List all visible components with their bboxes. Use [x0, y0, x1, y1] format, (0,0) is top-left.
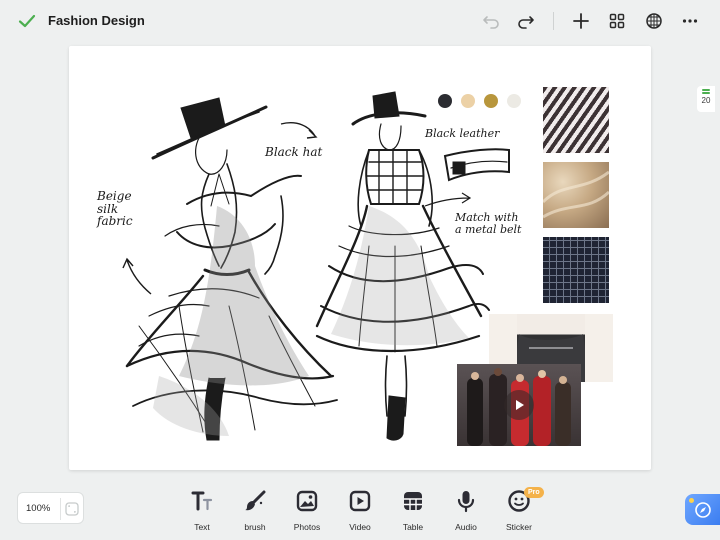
- add-icon[interactable]: [571, 11, 591, 31]
- belt-sketch: [443, 148, 510, 182]
- toolbar-divider: [553, 12, 554, 30]
- color-swatch-gold[interactable]: [484, 94, 498, 108]
- photo-beige-silk[interactable]: [543, 162, 609, 228]
- play-button[interactable]: [504, 390, 534, 420]
- text-icon: [191, 491, 213, 511]
- video-icon: [349, 490, 371, 512]
- page-number: 20: [701, 96, 711, 105]
- video-runway-thumbnail[interactable]: [457, 364, 581, 446]
- canvas-page[interactable]: Black hat Black leather Beige silk fabri…: [69, 46, 651, 470]
- color-swatch-ivory[interactable]: [507, 94, 521, 108]
- tool-photos[interactable]: Photos: [282, 488, 332, 532]
- more-icon[interactable]: [680, 11, 700, 31]
- tool-video[interactable]: Video: [335, 488, 385, 532]
- annotation-line: a metal belt: [455, 222, 522, 236]
- compass-icon: [694, 501, 711, 518]
- page-indicator-bar: [702, 89, 710, 91]
- tool-label: Table: [402, 522, 424, 532]
- globe-grid-icon[interactable]: [644, 11, 664, 31]
- checkmark-icon[interactable]: [18, 12, 36, 30]
- zoom-divider: [60, 498, 61, 520]
- tool-label: Sticker: [506, 522, 532, 532]
- pro-badge: Pro: [524, 487, 544, 498]
- arrow-icon: [122, 257, 152, 295]
- tool-label: Audio: [455, 522, 477, 532]
- zoom-control: 100%: [17, 492, 84, 524]
- tool-text[interactable]: Text: [177, 488, 227, 532]
- redo-icon[interactable]: [516, 11, 536, 31]
- annotation-beige-silk-fabric[interactable]: Beige silk fabric: [97, 190, 133, 228]
- annotation-line: fabric: [97, 214, 133, 229]
- zoom-level[interactable]: 100%: [26, 503, 50, 514]
- document-title[interactable]: Fashion Design: [48, 13, 145, 28]
- undo-icon[interactable]: [481, 11, 501, 31]
- annotation-line: Match with: [455, 211, 519, 224]
- sparkle-icon: [689, 498, 694, 503]
- tool-label: Video: [349, 522, 371, 532]
- photo-plaid-fabric[interactable]: [543, 237, 609, 303]
- top-bar: Fashion Design: [0, 0, 720, 42]
- annotation-metal-belt[interactable]: Match with a metal belt: [455, 212, 521, 235]
- color-swatch-charcoal[interactable]: [438, 94, 452, 108]
- play-icon: [516, 400, 524, 410]
- tool-table[interactable]: Table: [388, 488, 438, 532]
- tool-label: Text: [194, 522, 210, 532]
- grey-wash: [179, 206, 309, 386]
- photos-icon: [296, 490, 318, 512]
- fit-to-screen-icon[interactable]: [63, 500, 81, 518]
- tool-brush[interactable]: brush: [230, 488, 280, 532]
- table-icon: [404, 492, 422, 510]
- tool-audio[interactable]: Audio: [441, 488, 491, 532]
- tool-label: Photos: [293, 522, 321, 532]
- color-swatch-beige[interactable]: [461, 94, 475, 108]
- annotation-black-leather[interactable]: Black leather: [425, 128, 499, 140]
- page-indicator-bar: [702, 92, 710, 94]
- photo-striped-fabric[interactable]: [543, 87, 609, 153]
- arrow-icon: [280, 122, 318, 139]
- annotation-black-hat[interactable]: Black hat: [265, 146, 322, 159]
- microphone-icon: [457, 491, 475, 513]
- tool-label: brush: [244, 522, 266, 532]
- page-indicator[interactable]: 20: [697, 86, 715, 112]
- grid-icon[interactable]: [607, 11, 627, 31]
- brush-icon: [245, 490, 266, 511]
- annotation-line: Beige: [97, 189, 132, 203]
